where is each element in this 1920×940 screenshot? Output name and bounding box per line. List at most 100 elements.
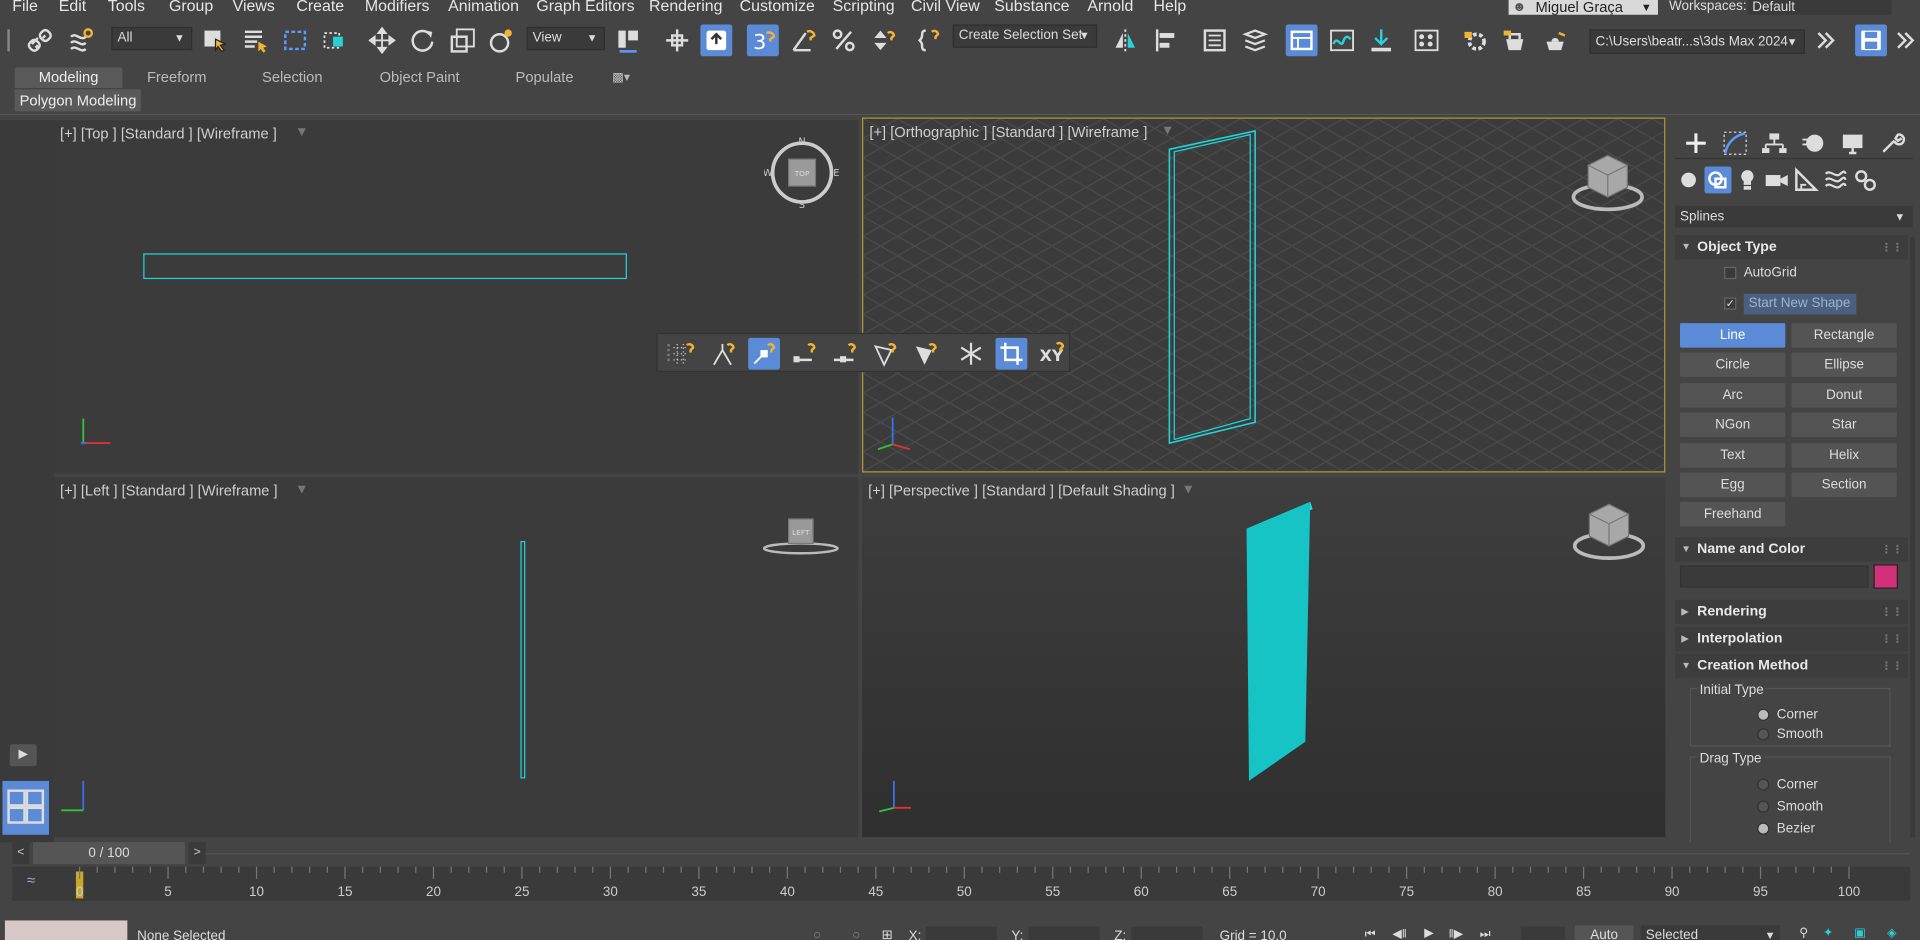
menu-graph-editors[interactable]: Graph Editors <box>536 0 634 15</box>
menu-create[interactable]: Create <box>296 0 344 15</box>
snap-to-xy-icon[interactable]: XY <box>1036 338 1068 370</box>
rectangle-button[interactable]: Rectangle <box>1791 323 1897 348</box>
field-of-view-icon[interactable]: ◈ <box>1883 925 1900 940</box>
tab-selection[interactable]: Selection <box>262 67 322 88</box>
go-to-end-icon[interactable]: ⏭ <box>1477 927 1494 940</box>
menu-substance[interactable]: Substance <box>994 0 1069 15</box>
arc-button[interactable]: Arc <box>1680 383 1786 408</box>
create-tab-icon[interactable] <box>1680 127 1712 159</box>
material-editor-icon[interactable] <box>1411 24 1443 56</box>
scene-explorer-icon[interactable] <box>1199 24 1231 56</box>
start-new-shape-button[interactable]: Start New Shape <box>1743 293 1857 315</box>
menu-scripting[interactable]: Scripting <box>833 0 895 15</box>
schematic-view-icon[interactable] <box>1365 24 1397 56</box>
midpoint-snap-icon[interactable] <box>829 338 861 370</box>
motion-tab-icon[interactable] <box>1798 127 1830 159</box>
interpolation-rollout-header[interactable]: ▶ Interpolation ⋮⋮ <box>1675 626 1908 652</box>
render-production-icon[interactable] <box>1539 24 1571 56</box>
select-manipulate-icon[interactable] <box>661 24 693 56</box>
named-selection-set-dropdown[interactable]: Create Selection Set ▼ <box>952 24 1098 48</box>
object-name-input[interactable] <box>1680 565 1869 588</box>
donut-button[interactable]: Donut <box>1791 383 1897 408</box>
rectangle-shape-wireframe[interactable] <box>143 253 627 280</box>
helix-button[interactable]: Helix <box>1791 443 1897 468</box>
hierarchy-tab-icon[interactable] <box>1758 127 1790 159</box>
selection-filter-dropdown[interactable]: All ▼ <box>111 26 193 51</box>
helpers-category-icon[interactable] <box>1793 166 1820 193</box>
play-icon[interactable]: ▶ <box>1420 925 1437 940</box>
render-setup-icon[interactable] <box>1460 24 1492 56</box>
rotate-icon[interactable] <box>407 24 439 56</box>
menu-civil-view[interactable]: Civil View <box>911 0 980 15</box>
viewport-left[interactable]: [+] [Left ] [Standard ] [Wireframe ] ▼ L… <box>53 477 859 838</box>
go-to-start-icon[interactable]: ⏮ <box>1362 927 1379 940</box>
category-dropdown[interactable]: Splines ▼ <box>1675 205 1913 228</box>
panel-shape-wireframe[interactable] <box>1157 119 1267 462</box>
toolbar-overflow-icon[interactable] <box>1810 24 1842 56</box>
next-frame-icon[interactable]: > <box>188 842 206 865</box>
space-warps-category-icon[interactable] <box>1822 166 1849 193</box>
panel-shape-shaded[interactable] <box>1229 492 1327 786</box>
curve-editor-icon[interactable] <box>1326 24 1358 56</box>
layer-explorer-icon[interactable] <box>1239 24 1271 56</box>
select-by-name-icon[interactable] <box>239 24 271 56</box>
viewport-ortho-label[interactable]: [+] [Orthographic ] [Standard ] [Wirefra… <box>869 124 1147 141</box>
scale-icon[interactable] <box>447 24 479 56</box>
time-slider[interactable]: < 0 / 100 > <box>12 842 206 865</box>
y-coord-field[interactable] <box>1028 926 1100 940</box>
ngon-button[interactable]: NGon <box>1680 412 1786 437</box>
move-icon[interactable] <box>366 24 398 56</box>
name-color-rollout-header[interactable]: ▼ Name and Color ⋮⋮ <box>1675 537 1908 562</box>
viewport-perspective[interactable]: [+] [Perspective ] [Standard ] [Default … <box>862 477 1666 838</box>
current-frame-field[interactable] <box>1520 926 1565 940</box>
endpoint-snap-icon[interactable] <box>789 338 821 370</box>
menu-help[interactable]: Help <box>1153 0 1186 15</box>
tab-modeling[interactable]: Modeling <box>14 67 123 89</box>
geometry-category-icon[interactable] <box>1675 166 1702 193</box>
viewcube-perspective[interactable] <box>1570 494 1648 563</box>
link-icon[interactable] <box>24 24 56 56</box>
viewcube-ortho[interactable] <box>1569 148 1647 214</box>
select-object-icon[interactable] <box>198 24 230 56</box>
menu-views[interactable]: Views <box>233 0 275 15</box>
bind-space-warp-icon[interactable] <box>65 24 97 56</box>
zoom-icon[interactable]: ⚲ <box>1795 925 1812 940</box>
rollout-grip-icon[interactable]: ⋮⋮ <box>1881 235 1903 259</box>
egg-button[interactable]: Egg <box>1680 472 1786 497</box>
freehand-button[interactable]: Freehand <box>1680 501 1786 527</box>
keyboard-shortcut-override-icon[interactable] <box>700 24 733 57</box>
user-account-dropdown[interactable]: ☻ Miguel Graça ▼ <box>1508 0 1658 15</box>
ellipse-button[interactable]: Ellipse <box>1791 352 1897 377</box>
workspaces-select[interactable]: Default <box>1747 0 1892 15</box>
key-filter-dropdown[interactable]: Selected ▼ <box>1640 925 1781 940</box>
grid-points-snap-icon[interactable] <box>667 338 699 370</box>
snap-3d-icon[interactable]: 3 <box>746 24 779 57</box>
angle-snap-icon[interactable] <box>787 24 819 56</box>
viewport-left-label[interactable]: [+] [Left ] [Standard ] [Wireframe ] <box>60 482 278 499</box>
circle-button[interactable]: Circle <box>1680 352 1786 377</box>
initial-corner-radio[interactable] <box>1757 708 1770 721</box>
start-new-shape-checkbox[interactable]: ✓ <box>1724 297 1737 310</box>
edit-named-selection-icon[interactable] <box>913 24 945 56</box>
toggle-ribbon-icon[interactable] <box>1285 24 1318 57</box>
viewport-top[interactable]: [+] [Top ] [Standard ] [Wireframe ] ▼ TO… <box>53 119 859 474</box>
x-coord-field[interactable] <box>925 926 997 940</box>
rectangular-selection-icon[interactable] <box>279 24 311 56</box>
absolute-mode-icon[interactable]: ⊞ <box>882 927 893 940</box>
zoom-extents-icon[interactable]: ▣ <box>1851 925 1868 940</box>
viewport-persp-label[interactable]: [+] [Perspective ] [Standard ] [Default … <box>868 482 1175 499</box>
viewcube-left[interactable]: LEFT <box>762 509 840 558</box>
viewport-layouts-icon[interactable] <box>2 780 49 835</box>
pivot-snap-icon[interactable] <box>708 338 740 370</box>
orbit-icon[interactable]: ✦ <box>1820 925 1837 940</box>
percent-snap-icon[interactable] <box>828 24 860 56</box>
previous-key-icon[interactable]: ◀‖ <box>1391 927 1408 940</box>
next-key-icon[interactable]: ‖▶ <box>1447 927 1464 940</box>
command-panel-scrollbar[interactable] <box>1910 237 1916 838</box>
menu-rendering[interactable]: Rendering <box>649 0 722 15</box>
place-icon[interactable] <box>486 24 518 56</box>
z-coord-field[interactable] <box>1131 926 1203 940</box>
menu-modifiers[interactable]: Modifiers <box>365 0 430 15</box>
rollout-grip-icon[interactable]: ⋮⋮ <box>1881 537 1903 561</box>
polygon-modeling-panel[interactable]: Polygon Modeling <box>14 89 142 112</box>
